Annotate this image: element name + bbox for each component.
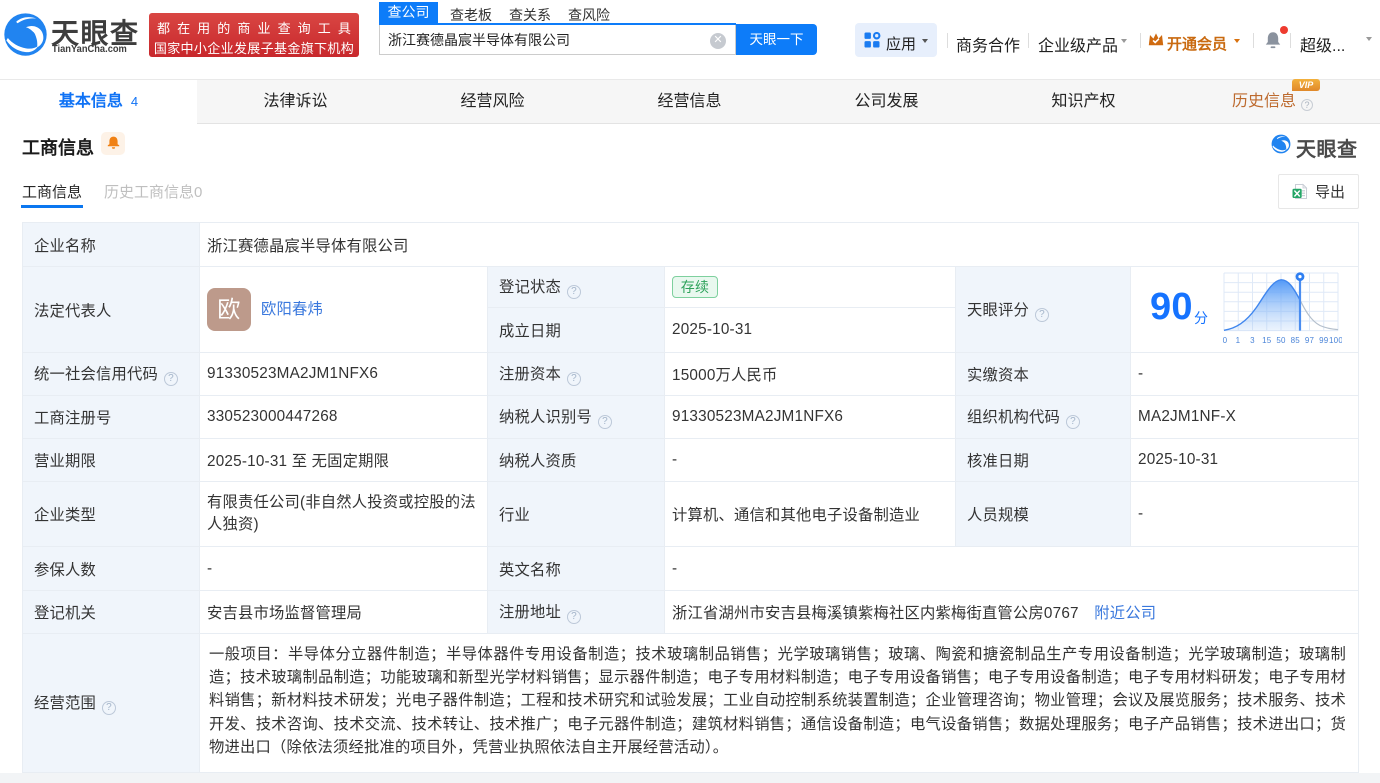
svg-text:97: 97 xyxy=(1305,336,1315,345)
svg-text:3: 3 xyxy=(1250,336,1255,345)
svg-text:0: 0 xyxy=(1223,336,1228,345)
svg-text:85: 85 xyxy=(1291,336,1301,345)
svg-text:50: 50 xyxy=(1276,336,1286,345)
svg-text:1: 1 xyxy=(1236,336,1241,345)
svg-text:100: 100 xyxy=(1329,336,1342,345)
svg-text:15: 15 xyxy=(1262,336,1272,345)
svg-text:99: 99 xyxy=(1319,336,1329,345)
